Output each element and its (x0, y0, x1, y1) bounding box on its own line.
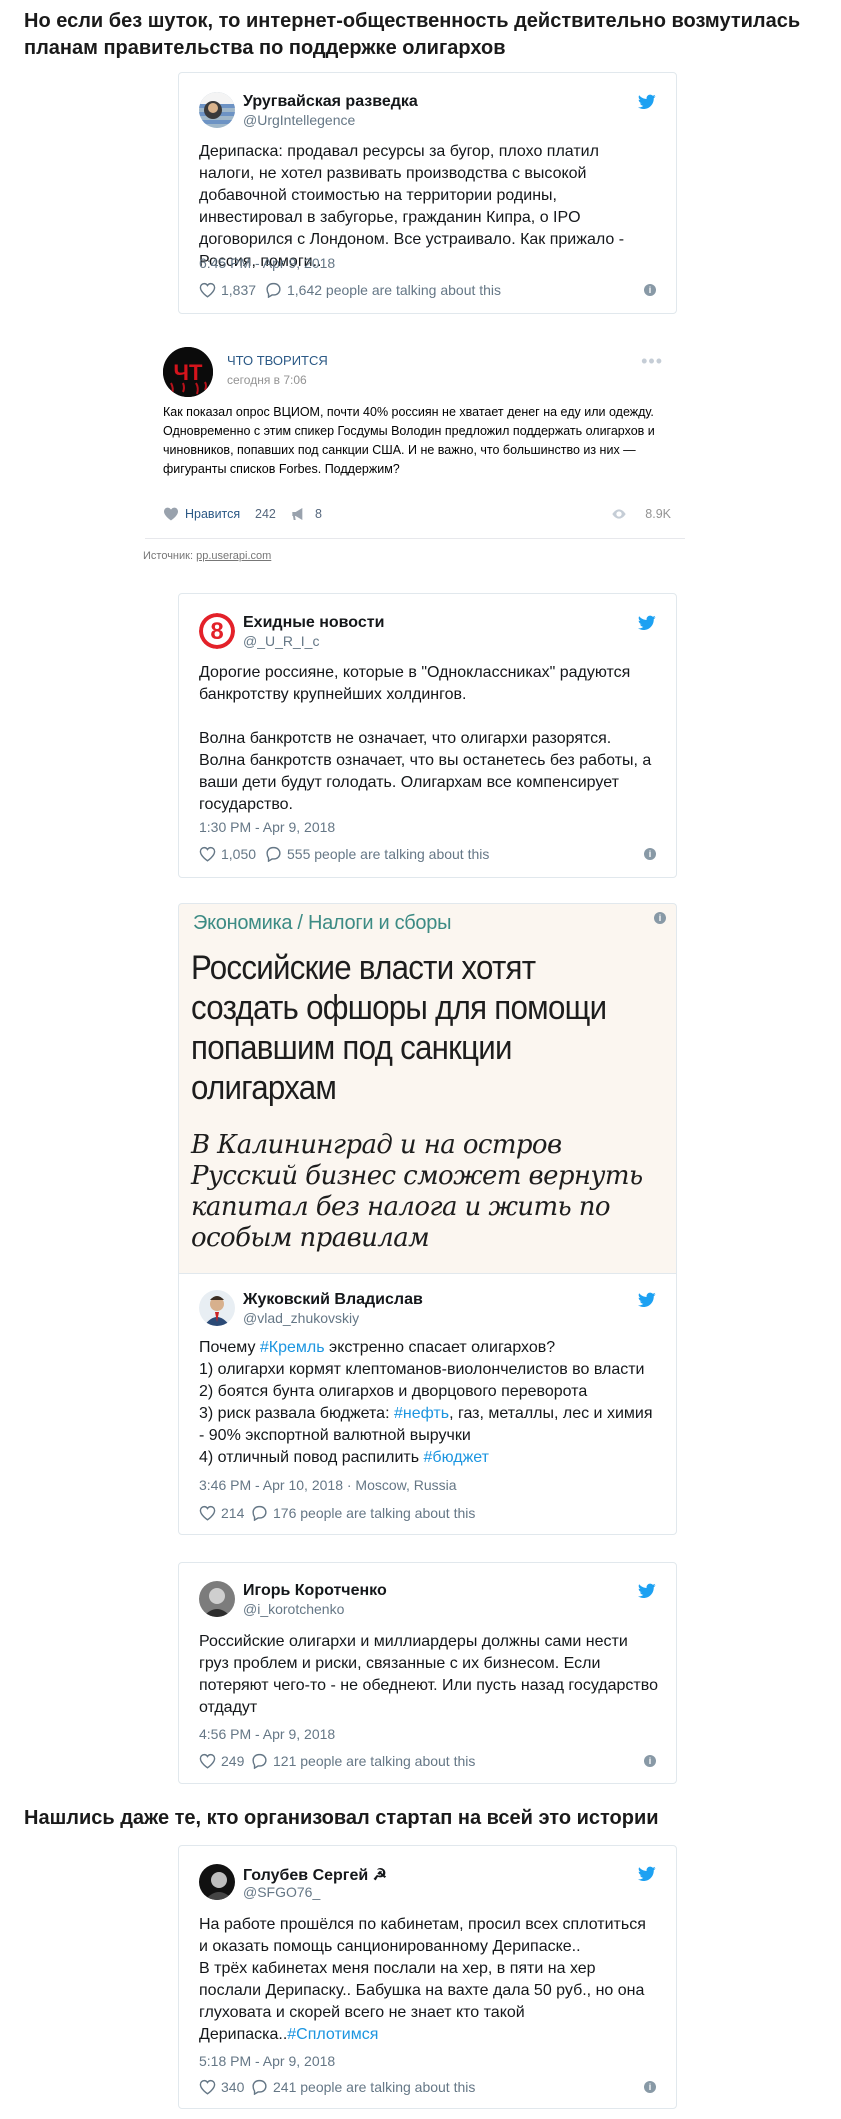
source-link[interactable]: pp.userapi.com (196, 550, 271, 562)
share-count[interactable]: 8 (315, 507, 322, 521)
heart-icon[interactable] (199, 2079, 216, 2095)
twitter-bird-icon[interactable] (638, 1292, 656, 1308)
talking-count[interactable]: 121 people are talking about this (273, 1753, 475, 1769)
hashtag-link[interactable]: #Кремль (260, 1339, 325, 1356)
twitter-bird-icon[interactable] (638, 1583, 656, 1599)
hashtag-link[interactable]: #Сплотимся (287, 2026, 378, 2043)
heart-icon[interactable] (199, 846, 216, 862)
source-credit: Источник: pp.userapi.com (143, 550, 271, 562)
heart-icon[interactable] (199, 1753, 216, 1769)
tweet-time-link[interactable]: 3:46 PM - Apr 10, 2018 (199, 1477, 343, 1493)
tweet-author-name[interactable]: Ехидные новости (243, 614, 384, 632)
tweet-text: На работе прошёлся по кабинетам, просил … (199, 1914, 658, 2046)
tweet-timestamp[interactable]: 4:56 PM - Apr 9, 2018 (199, 1726, 335, 1742)
like-count[interactable]: 242 (255, 507, 276, 521)
talking-count[interactable]: 555 people are talking about this (287, 846, 489, 862)
eye-icon (612, 509, 626, 519)
tweet-text: Дерипаска: продавал ресурсы за бугор, пл… (199, 143, 625, 270)
tweet-author-handle[interactable]: @UrgIntellegence (243, 112, 355, 128)
heart-icon[interactable] (163, 507, 179, 521)
like-count[interactable]: 1,050 (221, 846, 256, 862)
reply-bubble-icon[interactable] (265, 282, 282, 298)
more-options-icon[interactable]: ••• (641, 351, 663, 372)
like-button-label[interactable]: Нравится (185, 507, 240, 521)
like-count[interactable]: 214 (221, 1505, 244, 1521)
avatar[interactable] (199, 1864, 235, 1900)
like-count[interactable]: 340 (221, 2079, 244, 2095)
tweet-location[interactable]: · Moscow, Russia (343, 1477, 457, 1493)
tweet-text: Российские олигархи и миллиардеры должны… (199, 1633, 658, 1716)
avatar[interactable] (199, 1581, 235, 1617)
twitter-bird-icon[interactable] (638, 94, 656, 110)
tweet-author-name[interactable]: Игорь Коротченко (243, 1582, 387, 1600)
talking-count[interactable]: 176 people are talking about this (273, 1505, 475, 1521)
tweet-timestamp: 3:46 PM - Apr 10, 2018 · Moscow, Russia (199, 1477, 457, 1493)
reply-bubble-icon[interactable] (265, 846, 282, 862)
tweet-author-handle[interactable]: @SFGO76_ (243, 1884, 320, 1900)
article-preview-card[interactable]: Экономика / Налоги и сборы i Российские … (178, 903, 677, 1273)
avatar[interactable] (199, 1290, 235, 1326)
tweet-card[interactable]: 8 Ехидные новости @_U_R_I_c Дорогие росс… (178, 593, 677, 878)
tweet-timestamp[interactable]: 5:18 PM - Apr 9, 2018 (199, 2053, 335, 2069)
share-megaphone-icon[interactable] (291, 507, 307, 521)
info-icon[interactable]: i (644, 848, 656, 860)
article-subtitle: В Калининград и на остров Русский бизнес… (191, 1130, 643, 1253)
article-rubric[interactable]: Экономика / Налоги и сборы (193, 912, 451, 935)
section-heading-intro: Но если без шуток, то интернет-обществен… (24, 10, 801, 59)
tweet-card[interactable]: Жуковский Владислав @vlad_zhukovskiy Поч… (178, 1273, 677, 1535)
tweet-author-handle[interactable]: @_U_R_I_c (243, 633, 319, 649)
tweet-card[interactable]: Игорь Коротченко @i_korotchenko Российск… (178, 1562, 677, 1784)
vk-post-text: Как показал опрос ВЦИОМ, почти 40% росси… (163, 405, 655, 476)
section-heading-startup: Нашлись даже те, кто организовал стартап… (24, 1807, 659, 1829)
tweet-author-name[interactable]: Жуковский Владислав (243, 1291, 423, 1309)
hashtag-link[interactable]: #бюджет (424, 1449, 489, 1466)
tweet-card[interactable]: Уругвайская разведка @UrgIntellegence Де… (178, 72, 677, 314)
talking-count[interactable]: 1,642 people are talking about this (287, 282, 501, 298)
tweet-timestamp[interactable]: 6:45 PM - Apr 9, 2018 (199, 255, 335, 271)
info-icon[interactable]: i (644, 2081, 656, 2093)
info-icon[interactable]: i (644, 1755, 656, 1767)
tweet-author-name[interactable]: Голубев Сергей ☭ (243, 1865, 387, 1885)
hashtag-link[interactable]: #нефть (394, 1405, 449, 1422)
twitter-bird-icon[interactable] (638, 1866, 656, 1882)
talking-count[interactable]: 241 people are talking about this (273, 2079, 475, 2095)
avatar[interactable]: 8 (199, 613, 235, 649)
avatar[interactable] (199, 92, 235, 128)
tweet-card[interactable]: Голубев Сергей ☭ @SFGO76_ На работе прош… (178, 1845, 677, 2109)
source-label: Источник: (143, 550, 197, 562)
tweet-author-handle[interactable]: @i_korotchenko (243, 1601, 344, 1617)
heart-icon[interactable] (199, 282, 216, 298)
like-count[interactable]: 1,837 (221, 282, 256, 298)
heart-icon[interactable] (199, 1505, 216, 1521)
like-count[interactable]: 249 (221, 1753, 244, 1769)
vk-group-name[interactable]: ЧТО ТВОРИТСЯ (227, 353, 328, 368)
tweet-text: Почему #Кремль экстренно спасает олигарх… (199, 1337, 658, 1469)
avatar-text: ЧТ (174, 360, 203, 385)
reply-bubble-icon[interactable] (251, 1505, 268, 1521)
tweet-text-segment: На работе прошёлся по кабинетам, просил … (199, 1916, 646, 2043)
tweet-text: Дорогие россияне, которые в "Одноклассни… (199, 664, 652, 813)
reply-bubble-icon[interactable] (251, 2079, 268, 2095)
info-icon[interactable]: i (644, 284, 656, 296)
article-title[interactable]: Российские власти хотят создать офшоры д… (191, 948, 633, 1108)
info-icon[interactable]: i (654, 912, 666, 924)
vk-post-date[interactable]: сегодня в 7:06 (227, 373, 307, 387)
twitter-bird-icon[interactable] (638, 615, 656, 631)
view-count: 8.9K (645, 507, 671, 521)
avatar[interactable]: ЧТ (163, 347, 213, 397)
tweet-text-segment: Почему (199, 1339, 260, 1356)
tweet-author-handle[interactable]: @vlad_zhukovskiy (243, 1310, 359, 1326)
vk-post: ЧТ ЧТО ТВОРИТСЯ сегодня в 7:06 ••• Как п… (145, 337, 685, 539)
tweet-timestamp[interactable]: 1:30 PM - Apr 9, 2018 (199, 819, 335, 835)
tweet-author-name[interactable]: Уругвайская разведка (243, 93, 418, 111)
svg-text:8: 8 (210, 618, 223, 645)
reply-bubble-icon[interactable] (251, 1753, 268, 1769)
